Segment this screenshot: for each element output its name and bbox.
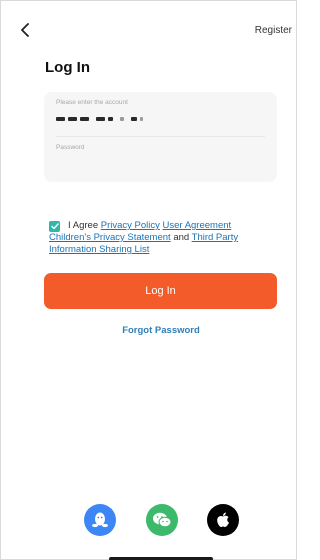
wechat-login-button[interactable] [146, 504, 178, 536]
apple-icon [217, 512, 229, 528]
agreement-row: I Agree Privacy Policy User Agreement Ch… [49, 220, 284, 256]
agreement-and: and [173, 232, 190, 243]
register-link[interactable]: Register [255, 25, 292, 36]
password-placeholder: Password [56, 144, 85, 151]
privacy-policy-link[interactable]: Privacy Policy [101, 220, 160, 231]
masked-char [56, 117, 65, 121]
screen-frame: Register Log In Please enter the account… [0, 0, 297, 560]
masked-char [120, 117, 124, 121]
qq-login-button[interactable] [84, 504, 116, 536]
social-login-row [84, 504, 239, 536]
apple-login-button[interactable] [207, 504, 239, 536]
masked-char [140, 117, 143, 121]
qq-icon [92, 512, 108, 528]
password-field[interactable]: Password [56, 137, 265, 182]
account-field[interactable]: Please enter the account [56, 92, 265, 137]
masked-char [131, 117, 137, 121]
user-agreement-link[interactable]: User Agreement [163, 220, 232, 231]
chevron-left-icon [21, 23, 29, 37]
masked-char [96, 117, 105, 121]
wechat-icon [153, 512, 172, 528]
masked-char [80, 117, 89, 121]
account-placeholder: Please enter the account [56, 99, 128, 106]
page-title: Log In [45, 59, 90, 76]
masked-char [68, 117, 77, 121]
forgot-password-link[interactable]: Forgot Password [1, 325, 320, 336]
children-privacy-link[interactable]: Children's Privacy Statement [49, 232, 171, 243]
masked-char [108, 117, 113, 121]
back-button[interactable] [15, 19, 35, 41]
login-button[interactable]: Log In [44, 273, 277, 309]
agree-checkbox[interactable] [49, 221, 60, 232]
agree-prefix: I Agree [68, 220, 99, 231]
login-form-card: Please enter the account Password [44, 92, 277, 182]
check-icon [50, 223, 59, 230]
account-value[interactable] [56, 114, 143, 124]
